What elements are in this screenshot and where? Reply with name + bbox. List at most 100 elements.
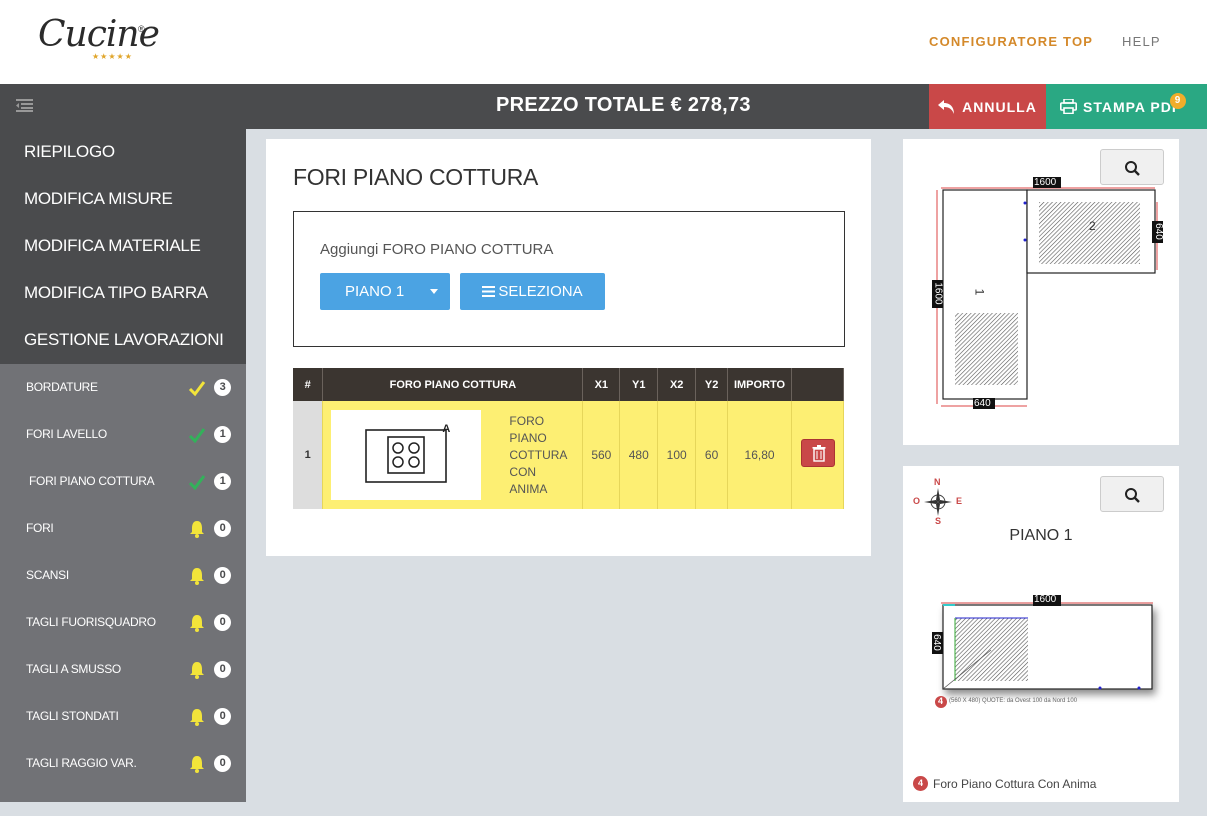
sidebar-sub-label: TAGLI RAGGIO VAR. — [26, 756, 137, 770]
bell-icon — [190, 521, 204, 538]
sidebar-sub-tagli-stondati[interactable]: TAGLI STONDATI 0 — [0, 693, 246, 740]
bell-icon — [190, 709, 204, 726]
col-header-y1: Y1 — [619, 368, 659, 401]
col-header-x2: X2 — [657, 368, 697, 401]
sidebar-sub-label: TAGLI FUORISQUADRO — [26, 615, 156, 629]
bell-icon — [190, 615, 204, 632]
sidebar-sub-tagli-a-smusso[interactable]: TAGLI A SMUSSO 0 — [0, 646, 246, 693]
stampa-badge: 9 — [1170, 93, 1186, 109]
sidebar-sub-fori-lavello[interactable]: FORI LAVELLO 1 — [0, 411, 246, 458]
top-header: Cucine ® ★★★★★ CONFIGURATORE TOP HELP — [0, 0, 1207, 84]
piece-label-1: 1 — [972, 288, 987, 296]
bell-icon — [190, 568, 204, 585]
piano-title: PIANO 1 — [1009, 527, 1073, 544]
sidebar-sub-fori-piano-cottura[interactable]: FORI PIANO COTTURA 1 — [0, 458, 246, 505]
sidebar-item-riepilogo[interactable]: RIEPILOGO — [0, 129, 246, 176]
row-num: 1 — [293, 401, 324, 509]
count-badge: 1 — [214, 426, 231, 443]
price-bar: PREZZO TOTALE € 278,73 ANNULLA STAMPA PD… — [0, 84, 1207, 129]
seleziona-label: SELEZIONA — [498, 283, 583, 300]
sidebar-sub-fori[interactable]: FORI 0 — [0, 505, 246, 552]
compass-s: S — [935, 516, 942, 526]
col-header-importo: IMPORTO — [727, 368, 792, 401]
undo-icon — [938, 99, 955, 114]
count-badge: 0 — [214, 708, 231, 725]
chevron-down-icon — [430, 289, 438, 294]
sidebar-sub-scansi[interactable]: SCANSI 0 — [0, 552, 246, 599]
logo[interactable]: Cucine ® ★★★★★ — [38, 14, 168, 70]
sidebar-sub-label: FORI — [26, 521, 54, 535]
row-foro-cell: A FORO PIANO COTTURA CON ANIMA — [322, 401, 584, 509]
row-y1: 480 — [619, 401, 659, 509]
count-badge: 3 — [214, 379, 231, 396]
check-icon — [188, 475, 206, 491]
sidebar-sub-label: SCANSI — [26, 568, 69, 582]
sidebar-sub-label: BORDATURE — [26, 380, 98, 394]
piano-select-button[interactable]: PIANO 1 — [320, 273, 450, 310]
row-importo: 16,80 — [727, 401, 792, 509]
sidebar-sub-tagli-raggio-var[interactable]: TAGLI RAGGIO VAR. 0 — [0, 740, 246, 787]
delete-button[interactable] — [800, 439, 835, 467]
piano-marker: 4 — [938, 696, 944, 706]
row-y2: 60 — [695, 401, 729, 509]
piano-dim-left-label: 640 — [930, 634, 942, 651]
cooktop-thumbnail-label: A — [442, 423, 451, 435]
piano-dim-top-label: 1600 — [1034, 594, 1057, 605]
cooktop-thumbnail: A — [331, 410, 482, 500]
sidebar-sub-bordature[interactable]: BORDATURE 3 — [0, 364, 246, 411]
col-header-num: # — [293, 368, 324, 401]
compass-o: O — [913, 496, 921, 506]
sidebar-sub-label: TAGLI A SMUSSO — [26, 662, 121, 676]
row-description: FORO PIANO COTTURA CON ANIMA — [509, 413, 567, 496]
dim-bottom-label: 640 — [974, 398, 991, 409]
table-row: 1 A FORO PIANO COTTURA CON ANIMA 560 480… — [293, 401, 844, 509]
annulla-button[interactable]: ANNULLA — [929, 84, 1046, 129]
annulla-label: ANNULLA — [962, 98, 1037, 115]
sidebar-item-modifica-misure[interactable]: MODIFICA MISURE — [0, 176, 246, 223]
seleziona-button[interactable]: SELEZIONA — [460, 273, 605, 310]
count-badge: 0 — [214, 661, 231, 678]
sidebar-main-menu: RIEPILOGO MODIFICA MISURE MODIFICA MATER… — [0, 129, 246, 364]
count-badge: 0 — [214, 520, 231, 537]
check-icon — [188, 428, 206, 444]
bell-icon — [190, 662, 204, 679]
col-header-x1: X1 — [582, 368, 621, 401]
legend-label: Foro Piano Cottura Con Anima — [933, 776, 1097, 791]
dim-left-label: 1600 — [932, 282, 944, 305]
piano-note: (560 X 480) QUOTE: da Ovest 100 da Nord … — [949, 698, 1078, 704]
nav-help[interactable]: HELP — [1122, 34, 1161, 49]
piece-label-2: 2 — [1089, 219, 1096, 233]
sidebar-submenu: BORDATURE 3 FORI LAVELLO 1 FORI PIANO CO… — [0, 364, 246, 787]
bell-icon — [190, 756, 204, 773]
trash-icon — [812, 445, 825, 462]
piano-select-label: PIANO 1 — [345, 283, 405, 300]
sidebar-item-modifica-materiale[interactable]: MODIFICA MATERIALE — [0, 223, 246, 270]
zoom-button[interactable] — [1100, 476, 1164, 512]
row-x2: 100 — [657, 401, 697, 509]
nav-configuratore-top[interactable]: CONFIGURATORE TOP — [929, 34, 1093, 49]
sidebar-item-modifica-tipo-barra[interactable]: MODIFICA TIPO BARRA — [0, 270, 246, 317]
sidebar-sub-label: TAGLI STONDATI — [26, 709, 119, 723]
logo-text: Cucine — [38, 14, 160, 55]
count-badge: 0 — [214, 567, 231, 584]
fori-table: # FORO PIANO COTTURA X1 Y1 X2 Y2 IMPORTO… — [293, 368, 844, 509]
stampa-pdf-button[interactable]: STAMPA PDF 9 — [1046, 84, 1207, 129]
count-badge: 1 — [214, 473, 231, 490]
row-x1: 560 — [582, 401, 621, 509]
table-header-row: # FORO PIANO COTTURA X1 Y1 X2 Y2 IMPORTO — [293, 368, 844, 401]
stampa-label: STAMPA PDF — [1083, 98, 1182, 115]
sidebar-sub-tagli-fuorisquadro[interactable]: TAGLI FUORISQUADRO 0 — [0, 599, 246, 646]
count-badge: 0 — [214, 755, 231, 772]
main-panel: FORI PIANO COTTURA Aggiungi FORO PIANO C… — [266, 139, 871, 556]
logo-registered-mark: ® — [138, 24, 145, 34]
sidebar: RIEPILOGO MODIFICA MISURE MODIFICA MATER… — [0, 129, 246, 802]
sidebar-item-gestione-lavorazioni[interactable]: GESTIONE LAVORAZIONI — [0, 317, 246, 364]
logo-stars: ★★★★★ — [92, 52, 133, 61]
row-actions — [791, 401, 844, 509]
dim-right-label: 640 — [1152, 223, 1164, 240]
add-box: Aggiungi FORO PIANO COTTURA PIANO 1 SELE… — [293, 211, 845, 347]
sidebar-sub-label: FORI LAVELLO — [26, 427, 107, 441]
legend: 4 Foro Piano Cottura Con Anima — [913, 776, 1096, 791]
menu-toggle-icon[interactable] — [16, 99, 33, 113]
check-icon — [188, 381, 206, 397]
